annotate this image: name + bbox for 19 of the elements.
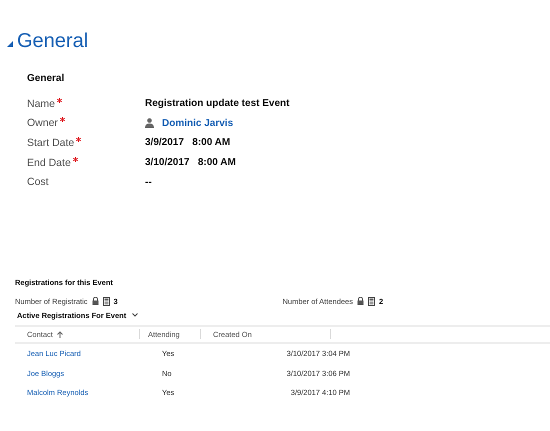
field-value: 3/10/2017 8:00 AM: [145, 157, 236, 168]
field-label: Name: [27, 98, 56, 110]
field-label: Start Date: [27, 136, 74, 149]
lock-icon: [356, 297, 364, 306]
owner-link[interactable]: Dominic Jarvis: [162, 118, 234, 129]
field-label: Owner: [27, 117, 58, 130]
calculator-icon: [368, 296, 375, 306]
field-label: Cost: [27, 176, 49, 188]
group-title: General: [27, 73, 66, 84]
chevron-down-icon[interactable]: [132, 313, 138, 318]
field-value: Registration update test Event: [145, 98, 290, 110]
field-value: --: [145, 176, 152, 188]
lock-icon: [92, 297, 99, 306]
section-title: General: [17, 30, 88, 53]
person-icon: [145, 118, 154, 128]
collapse-icon[interactable]: [7, 41, 13, 47]
field-label: End Date: [27, 156, 71, 169]
calculator-icon: [102, 296, 110, 306]
field-value: 3/9/2017 8:00 AM: [145, 137, 230, 148]
